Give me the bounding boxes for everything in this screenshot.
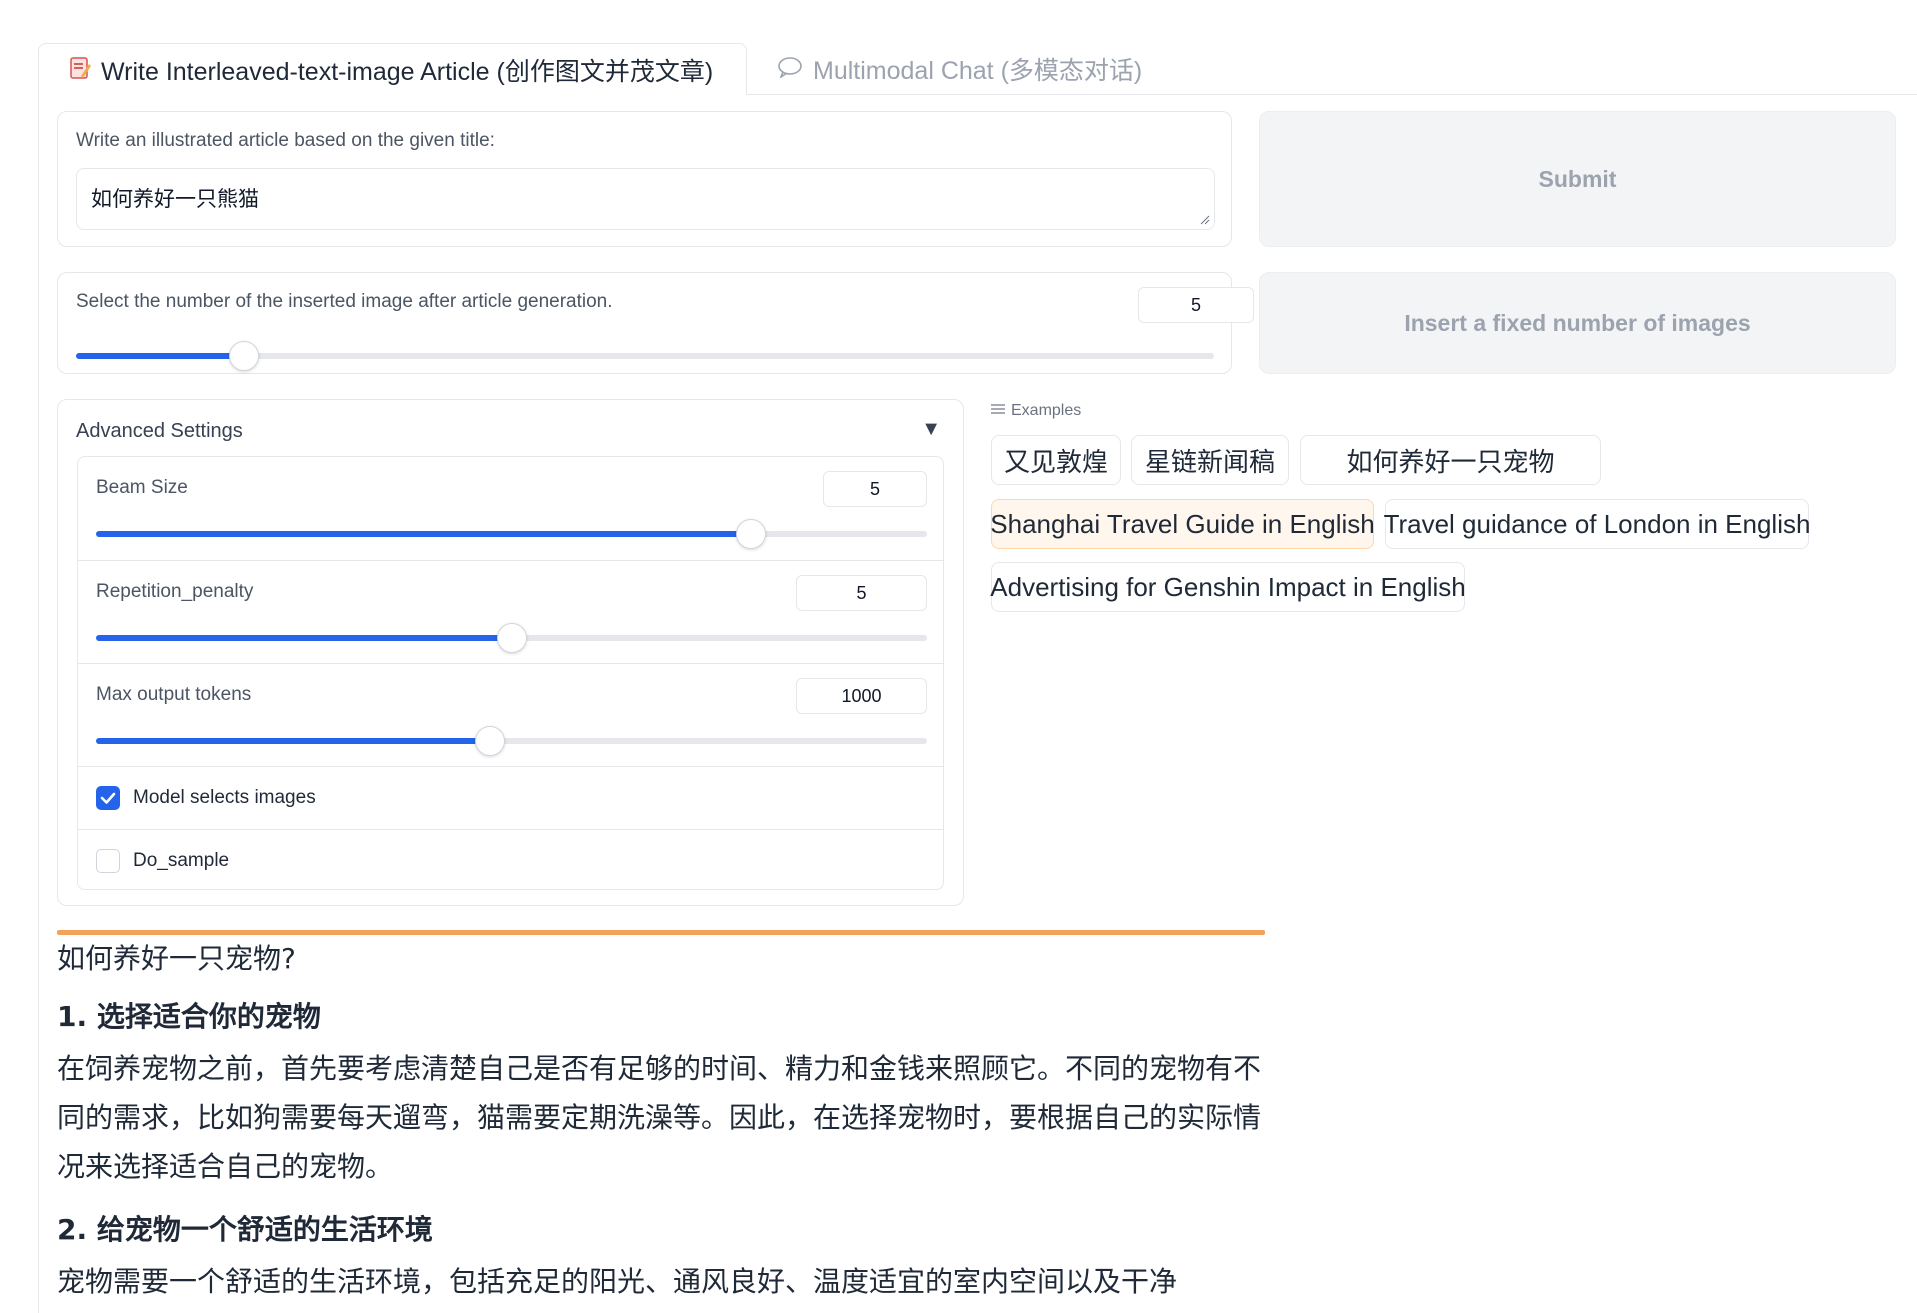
example-shanghai-guide[interactable]: Shanghai Travel Guide in English: [990, 499, 1375, 549]
article-heading: 如何养好一只宠物?: [57, 942, 296, 975]
title-input-label: Write an illustrated article based on th…: [76, 130, 495, 151]
repetition-penalty-row: Repetition_penalty 5: [78, 561, 943, 664]
repetition-penalty-label: Repetition_penalty: [96, 581, 254, 602]
slider-thumb[interactable]: [735, 519, 766, 549]
speech-bubble-icon: [777, 56, 803, 82]
image-count-label: Select the number of the inserted image …: [76, 291, 613, 312]
do-sample-label[interactable]: Do_sample: [133, 850, 229, 872]
slider-thumb[interactable]: [229, 341, 260, 371]
do-sample-checkbox[interactable]: [96, 849, 120, 873]
slider-fill: [96, 531, 751, 537]
max-tokens-number-input[interactable]: 1000: [796, 678, 927, 714]
example-dunhuang[interactable]: 又见敦煌: [991, 435, 1121, 485]
slider-thumb[interactable]: [474, 726, 505, 756]
checkmark-icon: [100, 792, 116, 804]
slider-fill: [96, 635, 512, 641]
model-selects-images-checkbox[interactable]: [96, 786, 120, 810]
max-tokens-slider[interactable]: [96, 726, 927, 756]
beam-size-row: Beam Size 5: [78, 457, 943, 561]
beam-size-number-input[interactable]: 5: [823, 471, 927, 507]
example-raise-pet[interactable]: 如何养好一只宠物: [1300, 435, 1601, 485]
resize-grip-icon[interactable]: [1200, 215, 1210, 225]
image-count-slider[interactable]: [76, 341, 1214, 371]
section-1-body: 在饲养宠物之前，首先要考虑清楚自己是否有足够的时间、精力和金钱来照顾它。不同的宠…: [57, 1052, 1262, 1183]
beam-size-slider[interactable]: [96, 519, 927, 549]
max-tokens-label: Max output tokens: [96, 684, 252, 705]
collapse-caret-icon[interactable]: ▼: [921, 418, 941, 441]
advanced-settings-body: Beam Size 5 Repetition_penalty 5 Max out…: [77, 456, 944, 890]
memo-icon: [69, 56, 91, 84]
tab-multimodal-chat[interactable]: Multimodal Chat (多模态对话): [777, 43, 1142, 95]
do-sample-row: Do_sample: [78, 830, 943, 889]
submit-button[interactable]: Submit: [1259, 111, 1896, 247]
image-count-number-input[interactable]: 5: [1138, 287, 1254, 323]
advanced-settings-title[interactable]: Advanced Settings: [76, 420, 243, 443]
examples-label: Examples: [1011, 402, 1082, 419]
title-input-block: Write an illustrated article based on th…: [57, 111, 1232, 247]
examples-header: Examples: [991, 402, 1081, 420]
section-2-body: 宠物需要一个舒适的生活环境，包括充足的阳光、通风良好、温度适宜的室内空间以及干净: [57, 1265, 1178, 1298]
section-1-title: 1. 选择适合你的宠物: [57, 1000, 321, 1033]
insert-images-button[interactable]: Insert a fixed number of images: [1259, 272, 1896, 374]
tab-write-article[interactable]: Write Interleaved-text-image Article (创作…: [38, 43, 747, 95]
repetition-penalty-number-input[interactable]: 5: [796, 575, 927, 611]
tab-write-article-label: Write Interleaved-text-image Article (创作…: [101, 57, 714, 86]
repetition-penalty-slider[interactable]: [96, 623, 927, 653]
list-icon: [991, 402, 1005, 420]
model-selects-images-label[interactable]: Model selects images: [133, 787, 316, 809]
slider-fill: [96, 738, 490, 744]
advanced-settings-panel: Advanced Settings ▼ Beam Size 5 Repetiti…: [57, 399, 964, 906]
generation-progress-bar: [57, 930, 1265, 935]
image-count-block: Select the number of the inserted image …: [57, 272, 1254, 374]
example-genshin-ad[interactable]: Advertising for Genshin Impact in Englis…: [990, 562, 1466, 612]
title-textarea-value: 如何养好一只熊猫: [91, 187, 259, 211]
tab-multimodal-chat-label: Multimodal Chat (多模态对话): [813, 57, 1143, 85]
beam-size-label: Beam Size: [96, 477, 188, 498]
example-starlink-press[interactable]: 星链新闻稿: [1131, 435, 1289, 485]
slider-fill: [76, 353, 245, 359]
tab-bar: Write Interleaved-text-image Article (创作…: [38, 43, 1917, 95]
section-2-title: 2. 给宠物一个舒适的生活环境: [57, 1213, 433, 1246]
model-selects-images-row: Model selects images: [78, 767, 943, 830]
example-london-guide[interactable]: Travel guidance of London in English: [1384, 499, 1810, 549]
slider-thumb[interactable]: [496, 623, 527, 653]
title-textarea[interactable]: 如何养好一只熊猫: [76, 168, 1215, 230]
max-tokens-row: Max output tokens 1000: [78, 664, 943, 767]
